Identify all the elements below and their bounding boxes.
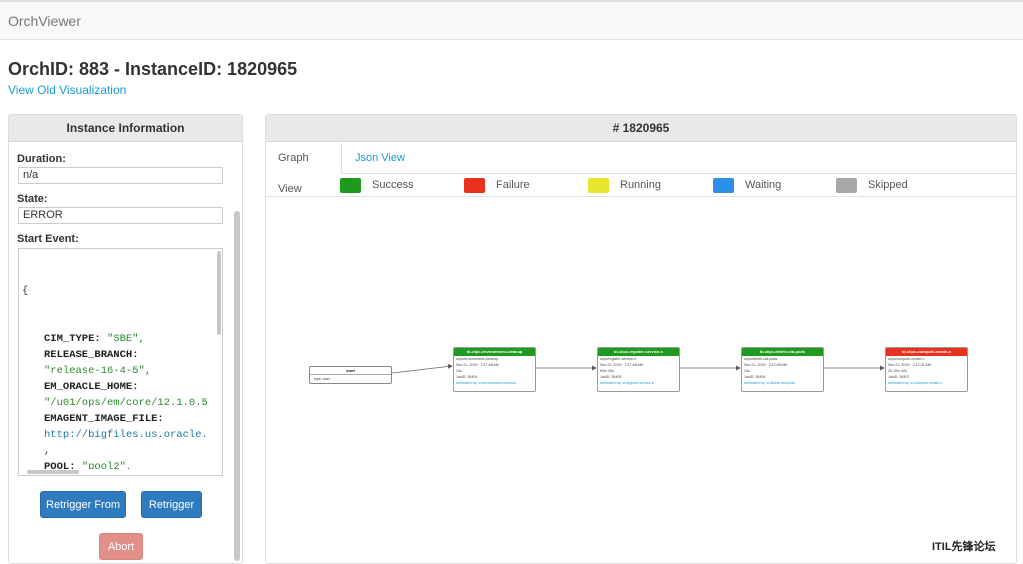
json-value: "release-16-4-5", (44, 365, 152, 377)
json-open-brace: { (22, 285, 29, 297)
graph-node-link[interactable]: submitted by: cl-delete-old-pods (742, 380, 823, 386)
graph-node-environment-cleanup[interactable]: bl-cl/pc-environment-cleanup cl/pc/envir… (453, 347, 536, 392)
retrigger-from-button[interactable]: Retrigger From (40, 491, 126, 518)
instance-graph-header: # 1820965 (266, 115, 1016, 142)
json-line: EMAGENT_IMAGE_FILE: (22, 411, 217, 427)
legend-swatch-success (340, 178, 361, 193)
json-line: http://bigfiles.us.oracle. (22, 427, 217, 443)
graph-node-link[interactable]: submitted by: cl-register-service-n (598, 380, 679, 386)
json-line: EM_ORACLE_HOME: (22, 379, 217, 395)
json-value: "/u01/ops/em/core/12.1.0.5 (44, 397, 208, 409)
json-value: "SBE", (107, 333, 145, 345)
edge-start-to-node-1 (391, 364, 453, 374)
json-key: RELEASE_BRANCH: (44, 349, 139, 361)
json-key: POOL: (44, 461, 82, 469)
view-tabs: Graph View Json View (266, 143, 1016, 195)
duration-field[interactable]: n/a (18, 167, 223, 184)
graph-node-title: bl-cl/pc-register-service-n (598, 348, 679, 356)
view-old-visualization-link[interactable]: View Old Visualization (8, 83, 126, 97)
instance-graph-panel: # 1820965 Graph View Json View Success F… (265, 114, 1017, 564)
graph-node-link[interactable]: submitted by: cl-environment-cleanup (454, 380, 535, 386)
state-field[interactable]: ERROR (18, 207, 223, 224)
graph-node-start-type: type: start (314, 377, 330, 381)
json-value: http://bigfiles.us.oracle. (44, 429, 208, 441)
legend-swatch-running (588, 178, 609, 193)
graph-node-register-service[interactable]: bl-cl/pc-register-service-n cl/pc/regist… (597, 347, 680, 392)
json-vertical-scrollbar[interactable] (217, 251, 221, 335)
json-line: , (22, 443, 217, 459)
start-event-json-box[interactable]: { CIM_TYPE: "SBE", RELEASE_BRANCH: "releas… (18, 248, 223, 476)
legend-label-waiting: Waiting (745, 179, 782, 191)
graph-node-compute-create[interactable]: bl-cl/pc-compute-create-n cl/pc/compute-… (885, 347, 968, 392)
legend-label-running: Running (620, 179, 661, 191)
json-line: RELEASE_BRANCH: (22, 347, 217, 363)
legend-label-failure: Failure (496, 179, 530, 191)
legend-swatch-waiting (713, 178, 734, 193)
json-horizontal-scrollbar[interactable] (27, 470, 79, 474)
json-key: CIM_TYPE: (44, 333, 108, 345)
retrigger-button[interactable]: Retrigger (141, 491, 202, 518)
tab-json-view[interactable]: Json View (343, 143, 417, 174)
duration-label: Duration: (17, 153, 66, 165)
graph-node-title: bl-cl/pc-compute-create-n (886, 348, 967, 356)
json-line: CIM_TYPE: "SBE", (22, 331, 217, 347)
json-value: , (44, 445, 51, 457)
graph-node-link[interactable]: submitted by: cl-compute-create-n (886, 380, 967, 386)
start-event-label: Start Event: (17, 233, 79, 245)
json-line: "/u01/ops/em/core/12.1.0.5 (22, 395, 217, 411)
graph-node-start[interactable]: start type: start (309, 366, 392, 384)
graph-node-title: bl-cl/pc-environment-cleanup (454, 348, 535, 356)
graph-node-delete-old-pods[interactable]: bl-cl/pc-delete-old-pods cl/pc/delete-ol… (741, 347, 824, 392)
start-event-json: { CIM_TYPE: "SBE", RELEASE_BRANCH: "releas… (19, 249, 217, 469)
json-key: EM_ORACLE_HOME: (44, 381, 139, 393)
instance-information-panel: Instance Information Duration: n/a State… (8, 114, 243, 564)
graph-node-title: bl-cl/pc-delete-old-pods (742, 348, 823, 356)
panel-vertical-scrollbar[interactable] (234, 211, 240, 561)
watermark-text: ITIL先锋论坛 (932, 541, 996, 553)
legend-swatch-failure (464, 178, 485, 193)
brand-link[interactable]: OrchViewer (8, 13, 81, 29)
page-title: OrchID: 883 - InstanceID: 1820965 (8, 59, 298, 79)
json-line: POOL: "pool2", (22, 459, 217, 469)
navbar: OrchViewer (0, 0, 1023, 40)
state-label: State: (17, 193, 48, 205)
legend-label-skipped: Skipped (868, 179, 908, 191)
graph-node-start-title: start (310, 367, 391, 375)
json-line: "release-16-4-5", (22, 363, 217, 379)
status-legend: Success Failure Running Waiting Skipped (266, 175, 1016, 197)
json-key: EMAGENT_IMAGE_FILE: (44, 413, 164, 425)
legend-swatch-skipped (836, 178, 857, 193)
tab-graph-view[interactable]: Graph View (266, 143, 342, 195)
json-value: "pool2", (81, 461, 133, 469)
instance-information-header: Instance Information (9, 115, 242, 142)
legend-label-success: Success (372, 179, 414, 191)
orchestration-graph[interactable]: start type: start bl-cl/pc-environment-c… (266, 198, 1016, 563)
